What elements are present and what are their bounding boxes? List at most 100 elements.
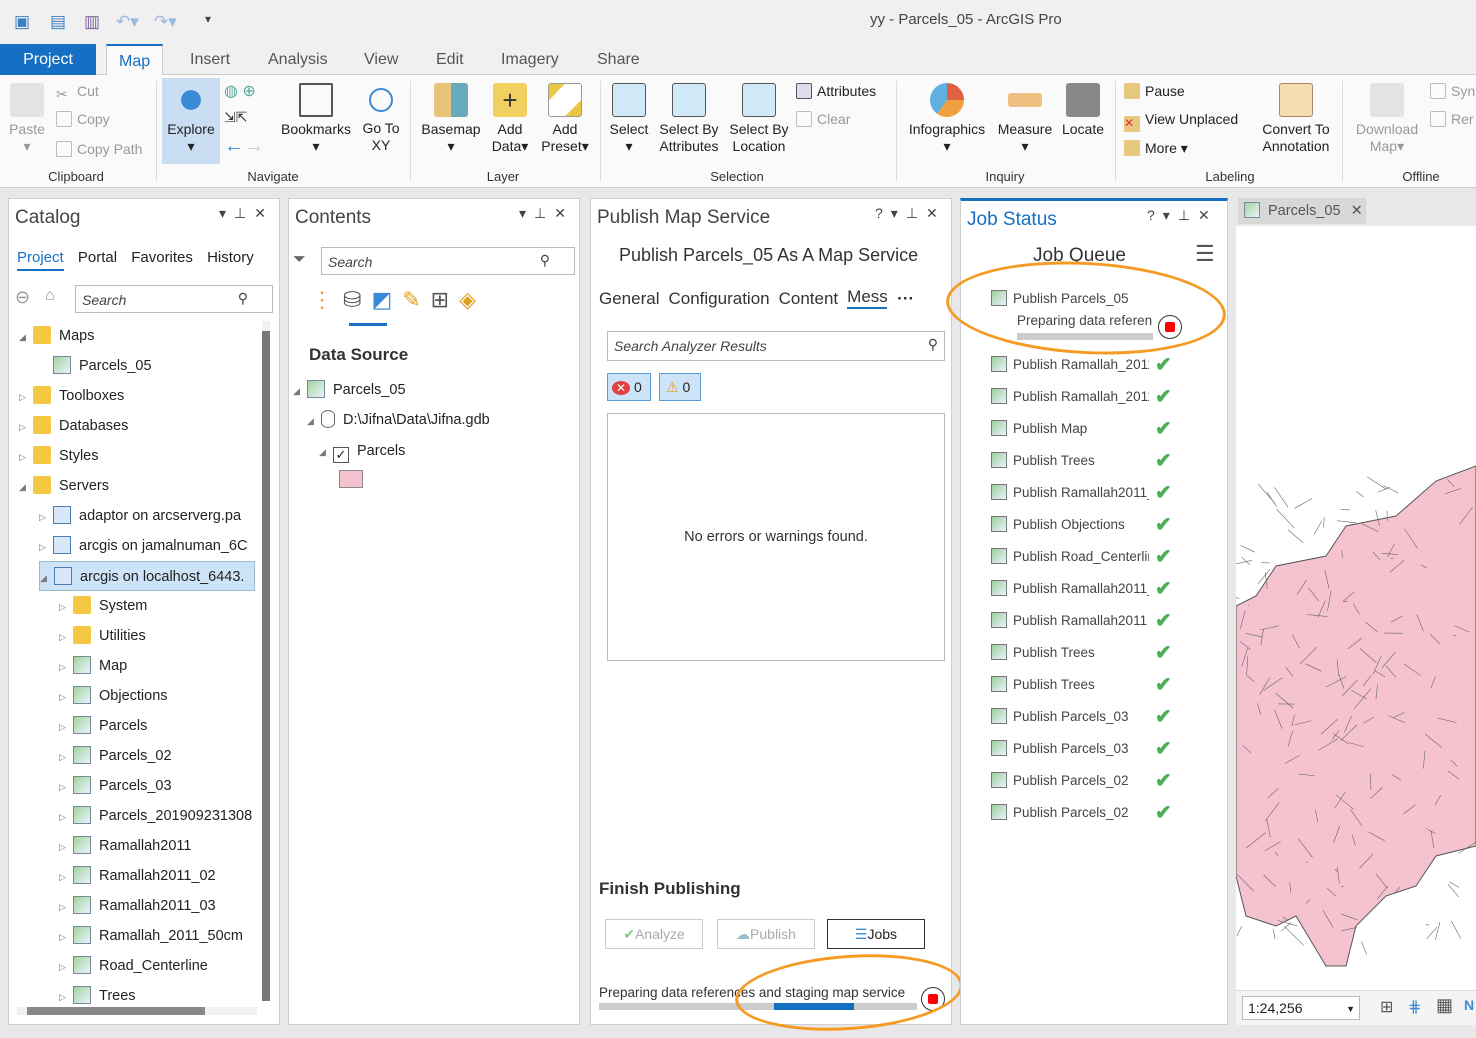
full-extent-icon[interactable]: ◍ ⊕: [224, 81, 256, 101]
list-by-editing-icon[interactable]: ✎: [402, 287, 430, 312]
add-preset-button[interactable]: Add Preset▾: [538, 83, 592, 155]
catalog-vertical-scrollbar[interactable]: [262, 321, 270, 1001]
close-icon[interactable]: ✕: [1351, 203, 1363, 219]
catalog-item[interactable]: ◢Maps: [19, 321, 94, 351]
pause-labels-button[interactable]: Pause: [1124, 83, 1185, 99]
infographics-button[interactable]: Infographics▾: [904, 83, 990, 155]
catalog-item[interactable]: ▷Parcels_201909231308: [59, 801, 252, 831]
select-by-attributes-button[interactable]: Select By Attributes: [656, 83, 722, 155]
layer-visibility-checkbox[interactable]: ✓: [333, 447, 349, 463]
job-item[interactable]: Publish Objections✔: [991, 509, 1191, 541]
go-to-xy-button[interactable]: Go To XY: [360, 83, 402, 154]
catalog-item[interactable]: ▷Parcels_03: [59, 771, 172, 801]
expander-icon[interactable]: ▷: [59, 802, 73, 831]
catalog-search-input[interactable]: Search⚲: [75, 285, 273, 313]
explore-button[interactable]: Explore▾: [162, 78, 220, 164]
tab-insert[interactable]: Insert: [178, 44, 242, 75]
catalog-item[interactable]: ▷Objections: [59, 681, 168, 711]
layer-item-parcels[interactable]: ◢✓Parcels: [319, 436, 405, 466]
expander-icon[interactable]: ▷: [59, 712, 73, 741]
remove-button[interactable]: Rer: [1430, 111, 1474, 127]
save-icon[interactable]: ▥: [84, 12, 100, 32]
attributes-button[interactable]: Attributes: [796, 83, 876, 99]
tab-view[interactable]: View: [352, 44, 410, 75]
job-item[interactable]: Publish Map✔: [991, 413, 1191, 445]
job-item[interactable]: Publish Road_Centerlin✔: [991, 541, 1191, 573]
select-button[interactable]: Select▾: [606, 83, 652, 155]
job-item[interactable]: Publish Trees✔: [991, 669, 1191, 701]
scale-selector[interactable]: 1:24,256▼: [1242, 996, 1360, 1020]
fixed-zoom-icon[interactable]: ⇲⇱: [224, 109, 247, 126]
parcels-polygon[interactable]: [1236, 466, 1476, 966]
catalog-item[interactable]: ▷adaptor on arcserverg.pa: [39, 501, 241, 531]
expander-icon[interactable]: ▷: [59, 652, 73, 681]
customize-toolbar-icon[interactable]: ▾: [205, 12, 211, 26]
locate-button[interactable]: Locate: [1058, 83, 1108, 138]
job-item[interactable]: Publish Ramallah2011_✔: [991, 573, 1191, 605]
snapping-icon[interactable]: ⋕: [1408, 997, 1421, 1017]
fixed-zoom-icon[interactable]: ⊞: [1380, 997, 1393, 1017]
expander-icon[interactable]: ▷: [59, 892, 73, 921]
home-icon[interactable]: ⌂: [45, 287, 55, 305]
catalog-tab-portal[interactable]: Portal: [78, 249, 117, 266]
catalog-item[interactable]: ▷arcgis on jamalnuman_6C: [39, 531, 247, 561]
contents-search-input[interactable]: Search⚲: [321, 247, 575, 275]
bookmarks-button[interactable]: Bookmarks▾: [278, 83, 354, 155]
more-tabs-icon[interactable]: ···: [897, 289, 914, 308]
map-view-tab[interactable]: Parcels_05 ✕: [1238, 198, 1366, 224]
tab-share[interactable]: Share: [585, 44, 652, 75]
catalog-tab-favorites[interactable]: Favorites: [131, 249, 193, 266]
expander-icon[interactable]: ▷: [59, 922, 73, 951]
job-item[interactable]: Publish Ramallah2011✔: [991, 605, 1191, 637]
expander-icon[interactable]: ▷: [19, 412, 33, 441]
catalog-tab-project[interactable]: Project: [17, 249, 64, 271]
redo-icon[interactable]: ↷▾: [154, 12, 177, 32]
copy-path-button[interactable]: Copy Path: [56, 141, 142, 157]
list-by-drawing-order-icon[interactable]: ⋮: [311, 287, 343, 312]
select-by-location-button[interactable]: Select By Location: [726, 83, 792, 155]
filter-icon[interactable]: ⏷: [293, 251, 306, 269]
tab-imagery[interactable]: Imagery: [489, 44, 571, 75]
measure-button[interactable]: Measure▾: [996, 83, 1054, 155]
list-by-snapping-icon[interactable]: ⊞: [431, 287, 459, 312]
tab-configuration[interactable]: Configuration: [668, 289, 769, 308]
expander-icon[interactable]: ◢: [40, 563, 54, 591]
clear-selection-button[interactable]: Clear: [796, 111, 850, 127]
tab-project[interactable]: Project: [0, 44, 96, 75]
view-unplaced-button[interactable]: ✕View Unplaced: [1124, 111, 1238, 132]
catalog-item[interactable]: ▷Databases: [19, 411, 128, 441]
catalog-item[interactable]: ▷Toolboxes: [19, 381, 124, 411]
convert-to-annotation-button[interactable]: Convert To Annotation: [1256, 83, 1336, 155]
expander-icon[interactable]: ▷: [19, 442, 33, 471]
catalog-item[interactable]: ▷Ramallah2011: [59, 831, 191, 861]
expander-icon[interactable]: ▷: [39, 502, 53, 531]
geodatabase-item[interactable]: ◢D:\Jifna\Data\Jifna.gdb: [307, 405, 490, 435]
scrollbar-thumb[interactable]: [27, 1007, 205, 1015]
publish-button[interactable]: ☁Publish: [717, 919, 815, 949]
catalog-item[interactable]: Parcels_05: [39, 351, 152, 381]
download-map-button[interactable]: Download Map▾: [1350, 83, 1424, 155]
next-extent-icon[interactable]: →: [244, 135, 264, 157]
cut-button[interactable]: ✂Cut: [56, 83, 99, 102]
add-data-button[interactable]: +Add Data▾: [488, 83, 532, 155]
expander-icon[interactable]: ◢: [19, 472, 33, 501]
jobs-button[interactable]: ☰Jobs: [827, 919, 925, 949]
paste-button[interactable]: Paste▾: [6, 83, 48, 155]
tab-content[interactable]: Content: [779, 289, 839, 308]
grid-icon[interactable]: ▦: [1436, 995, 1453, 1016]
catalog-item[interactable]: ▷Ramallah2011_03: [59, 891, 216, 921]
catalog-item[interactable]: ▷Ramallah2011_02: [59, 861, 216, 891]
map-view[interactable]: [1236, 226, 1476, 990]
job-item[interactable]: Publish Parcels_03✔: [991, 733, 1191, 765]
layer-symbol-swatch[interactable]: [339, 470, 363, 488]
undo-icon[interactable]: ↶▾: [116, 12, 139, 32]
catalog-item[interactable]: ▷Parcels: [59, 711, 147, 741]
warnings-filter-button[interactable]: ⚠ 0: [659, 373, 701, 401]
catalog-item[interactable]: ▷System: [59, 591, 147, 621]
expander-icon[interactable]: ▷: [59, 682, 73, 711]
expander-icon[interactable]: ▷: [59, 952, 73, 981]
tab-edit[interactable]: Edit: [424, 44, 476, 75]
catalog-item[interactable]: ▷Styles: [19, 441, 99, 471]
tab-analysis[interactable]: Analysis: [256, 44, 340, 75]
catalog-tab-history[interactable]: History: [207, 249, 254, 266]
